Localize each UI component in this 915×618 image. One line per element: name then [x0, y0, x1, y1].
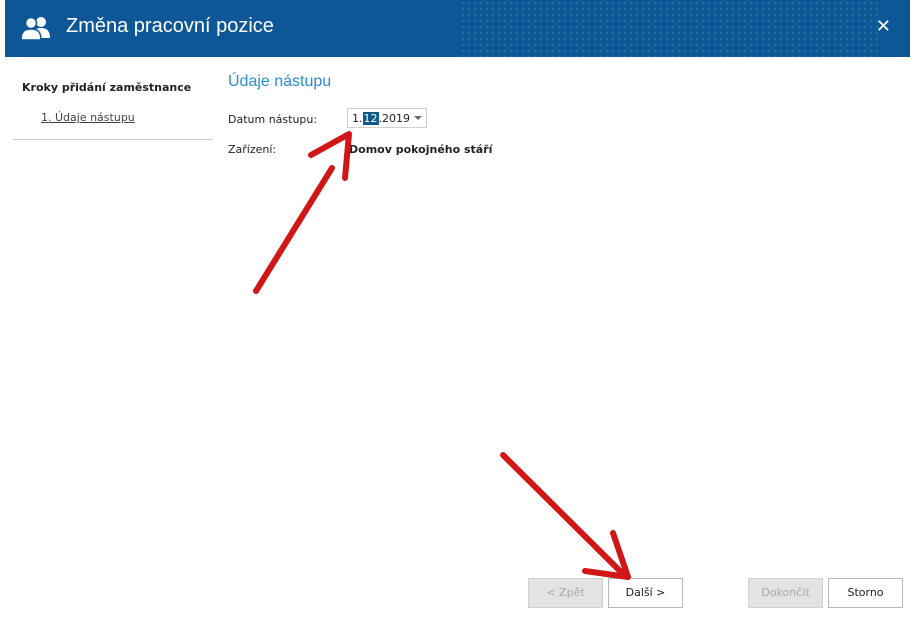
section-title: Údaje nástupu — [228, 73, 332, 90]
annotation-arrowhead-date — [308, 131, 352, 181]
date-year: .2019 — [378, 112, 411, 125]
close-button[interactable]: ✕ — [876, 16, 891, 37]
date-month-selected[interactable]: 12 — [362, 112, 379, 125]
annotation-arrowhead-next — [582, 530, 631, 580]
annotation-arrow-next — [500, 452, 624, 575]
date-day: 1. — [352, 112, 363, 125]
date-label: Datum nástupu: — [228, 113, 318, 126]
header-pattern — [460, 0, 880, 57]
finish-button[interactable]: Dokončit — [748, 578, 823, 608]
chevron-down-icon[interactable] — [414, 116, 422, 120]
next-button[interactable]: Další > — [608, 578, 683, 608]
users-icon — [20, 16, 50, 41]
step-link-udaje-nastupu[interactable]: 1. Údaje nástupu — [41, 111, 135, 124]
facility-value: Domov pokojného stáří — [349, 143, 493, 156]
cancel-button[interactable]: Storno — [828, 578, 903, 608]
start-date-picker[interactable]: 1.12.2019 — [347, 108, 427, 128]
annotation-arrow-date — [253, 165, 335, 294]
start-date-value[interactable]: 1.12.2019 — [352, 112, 410, 125]
facility-label: Zařízení: — [228, 143, 277, 156]
steps-divider — [13, 139, 213, 140]
back-button[interactable]: < Zpět — [528, 578, 603, 608]
title-bar: Změna pracovní pozice ✕ — [5, 0, 910, 57]
window-title: Změna pracovní pozice — [66, 15, 274, 37]
steps-title: Kroky přidání zaměstnance — [22, 81, 192, 94]
close-icon: ✕ — [875, 16, 891, 37]
